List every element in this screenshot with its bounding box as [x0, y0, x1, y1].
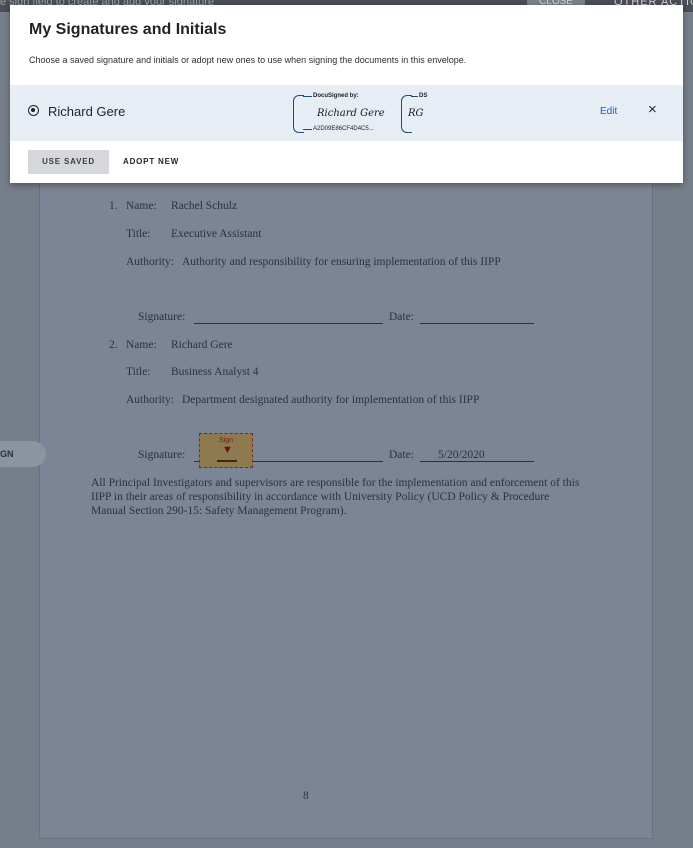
paragraph-line: Manual Section 290-15: Safety Management…	[91, 505, 347, 517]
date-label: Date:	[389, 449, 414, 461]
saved-signature-row[interactable]: Richard Gere DocuSigned by: Richard Gere…	[10, 85, 683, 141]
signature-line	[194, 323, 383, 324]
initials-script: RG	[408, 108, 424, 119]
authority-label: Authority:	[126, 394, 174, 406]
edit-signature-link[interactable]: Edit	[600, 106, 617, 117]
title-label: Title:	[126, 228, 151, 240]
entry-name: Richard Gere	[171, 339, 233, 351]
signature-header: DocuSigned by:	[303, 93, 359, 99]
entry-title: Executive Assistant	[171, 228, 262, 240]
sign-tab-label: GN	[0, 449, 14, 459]
use-saved-button[interactable]: USE SAVED	[28, 150, 109, 174]
entry-authority: Authority and responsibility for ensurin…	[182, 256, 501, 268]
entry-title: Business Analyst 4	[171, 366, 259, 378]
title-label: Title:	[126, 366, 151, 378]
date-label: Date:	[389, 311, 414, 323]
signature-bar-icon	[217, 460, 237, 462]
signature-preview: DocuSigned by: Richard Gere A2D09E86CF4D…	[293, 93, 389, 135]
signature-hash: A2D09E86CF4D4C5...	[303, 126, 374, 132]
initials-header: DS	[410, 93, 428, 99]
signature-radio[interactable]	[28, 105, 39, 116]
signer-name: Richard Gere	[48, 104, 126, 119]
name-label: Name:	[126, 200, 157, 212]
paragraph-line: IIPP in their areas of responsibility in…	[91, 491, 550, 503]
signature-bracket	[293, 95, 304, 133]
entry-number: 2.	[109, 339, 118, 351]
adopt-new-button[interactable]: ADOPT NEW	[123, 150, 179, 174]
signatures-dialog: My Signatures and Initials Choose a save…	[10, 5, 683, 183]
signature-script: Richard Gere	[317, 108, 385, 119]
initials-preview: DS RG	[401, 93, 441, 135]
authority-label: Authority:	[126, 256, 174, 268]
sign-here-field[interactable]: Sign ▼	[199, 433, 253, 468]
dialog-subtitle: Choose a saved signature and initials or…	[29, 55, 467, 65]
signature-label: Signature:	[138, 311, 186, 323]
sign-navigation-tab[interactable]: GN	[0, 441, 46, 467]
arrow-down-icon: ▼	[222, 444, 233, 456]
entry-authority: Department designated authority for impl…	[182, 394, 480, 406]
entry-number: 1.	[109, 200, 118, 212]
dialog-title: My Signatures and Initials	[29, 21, 227, 38]
date-value: 5/20/2020	[438, 449, 485, 461]
date-line	[420, 461, 534, 462]
paragraph-line: All Principal Investigators and supervis…	[91, 477, 580, 489]
name-label: Name:	[126, 339, 157, 351]
date-line	[420, 323, 534, 324]
entry-name: Rachel Schulz	[171, 200, 238, 212]
signature-label: Signature:	[138, 449, 186, 461]
page-number: 8	[303, 790, 309, 802]
close-icon[interactable]: ×	[648, 101, 657, 118]
sign-tag-label: Sign	[218, 437, 233, 444]
